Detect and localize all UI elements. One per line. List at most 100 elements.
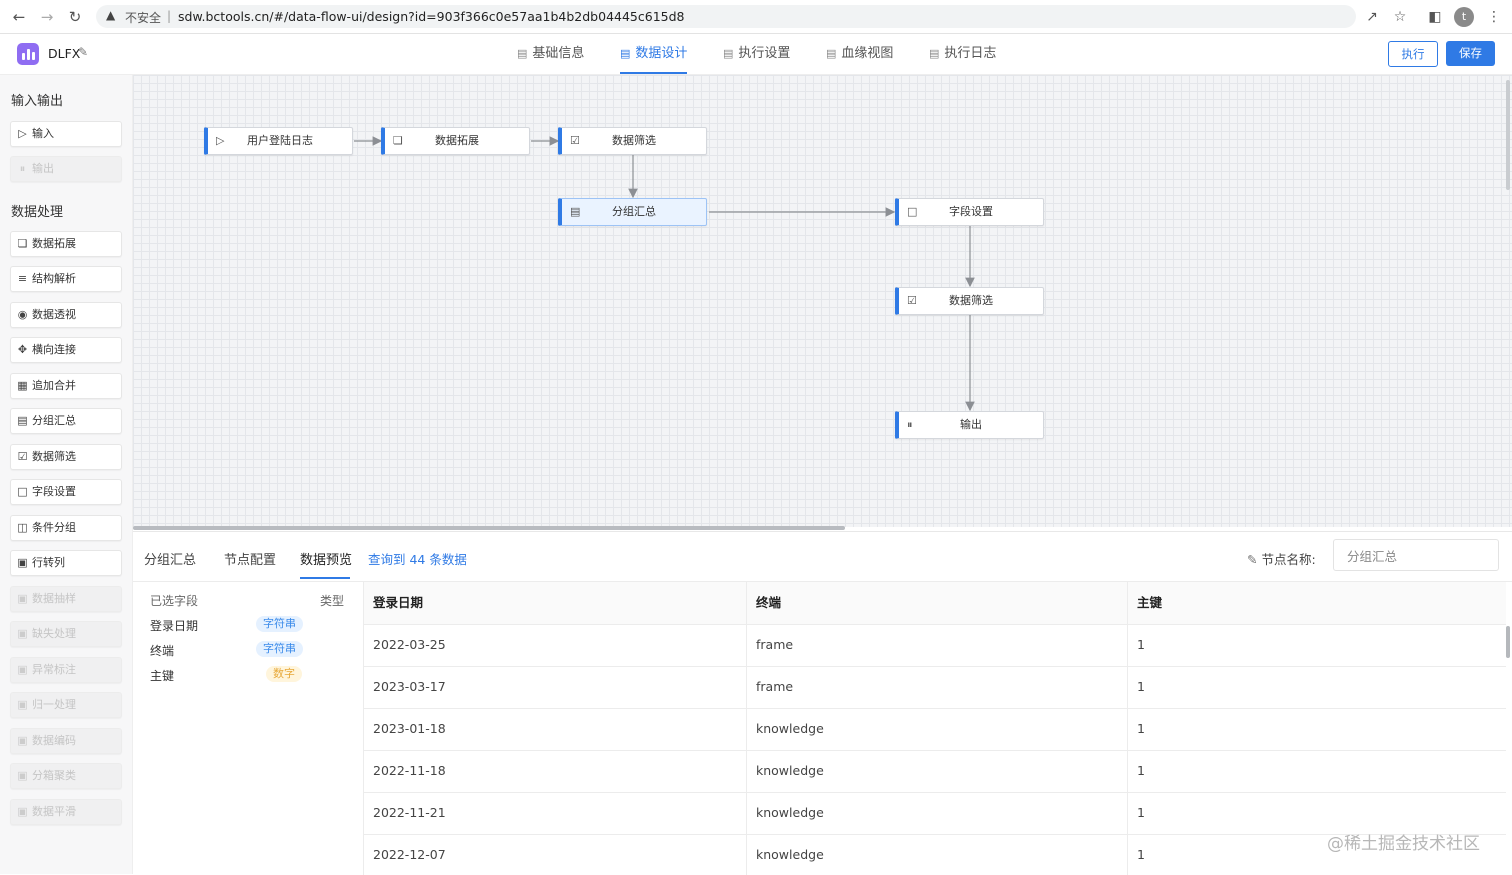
- field-type-badge: 字符串: [256, 641, 303, 657]
- table-cell: 2022-11-21: [364, 792, 747, 834]
- flow-node-field-settings[interactable]: □ 字段设置: [895, 198, 1044, 226]
- sidebar-item-output: ⏸ 输出: [10, 156, 122, 182]
- sidebar-item-row-to-column[interactable]: ▣ 行转列: [10, 550, 122, 576]
- pause-circle-icon: ⏸: [19, 162, 26, 175]
- sidebar-item-data-expand[interactable]: ❏ 数据拓展: [10, 231, 122, 257]
- field-type-badge: 数字: [266, 666, 302, 682]
- box-icon: ▣: [17, 769, 28, 782]
- fields-header-type: 类型: [320, 594, 345, 608]
- star-icon[interactable]: ☆: [1390, 7, 1410, 27]
- sidebar-item-pivot[interactable]: ◉ 数据透视: [10, 302, 122, 328]
- flow-node-data-expand[interactable]: ❏ 数据拓展: [381, 127, 530, 155]
- tab-data-preview[interactable]: 数据预览: [300, 549, 352, 568]
- item-label: 数据抽样: [32, 592, 76, 605]
- field-name: 登录日期: [150, 619, 199, 633]
- app-header: DLFX ✎ ▤ 基础信息 ▤ 数据设计 ▤ 执行设置 ▤ 血缘视图 ▤ 执行日志 执行 …: [0, 34, 1512, 75]
- file-check-icon: ☑: [17, 450, 28, 463]
- forward-arrow-icon[interactable]: →: [37, 7, 57, 27]
- sidebar-item-field-settings[interactable]: □ 字段设置: [10, 479, 122, 505]
- back-arrow-icon[interactable]: ←: [9, 7, 29, 27]
- tab-label: 基础信息: [532, 46, 585, 61]
- node-name-input[interactable]: [1333, 539, 1499, 571]
- file-list-icon: ▤: [570, 205, 581, 218]
- table-cell: knowledge: [747, 708, 1128, 750]
- table-cell: 1: [1137, 721, 1145, 736]
- sidebar-item-input[interactable]: ▷ 输入: [10, 121, 122, 147]
- box-icon: ▣: [17, 805, 28, 818]
- tab-execution-log[interactable]: ▤ 执行日志: [929, 34, 996, 74]
- sidepanel-icon[interactable]: ◧: [1425, 7, 1445, 27]
- table-scrollbar[interactable]: [1506, 626, 1510, 658]
- calendar-icon: ▦: [17, 379, 28, 392]
- url-text[interactable]: sdw.bctools.cn/#/data-flow-ui/design?id=…: [178, 9, 685, 24]
- section-title-io: 输入输出: [11, 94, 64, 109]
- sidebar-item-horizontal-join[interactable]: ✥ 横向连接: [10, 337, 122, 363]
- sidebar-item-append-merge[interactable]: ▦ 追加合并: [10, 373, 122, 399]
- item-label: 追加合并: [32, 379, 76, 392]
- copy-icon: ❏: [17, 237, 28, 250]
- tab-data-design[interactable]: ▤ 数据设计: [620, 34, 688, 74]
- box-icon: ▣: [17, 734, 28, 747]
- file-icon: □: [17, 485, 28, 498]
- node-label: 用户登陆日志: [247, 134, 313, 147]
- bottom-panel: 分组汇总 节点配置 数据预览 查询到 44 条数据 ✎ 节点名称: 已选字段 类…: [133, 531, 1512, 875]
- flow-node-user-login-log[interactable]: ▷ 用户登陆日志: [204, 127, 353, 155]
- doc-icon: ▤: [826, 47, 837, 60]
- sidebar-item-encoding: ▣ 数据编码: [10, 728, 122, 754]
- share-icon[interactable]: ↗: [1362, 7, 1382, 27]
- table-cell: knowledge: [747, 834, 1128, 875]
- table-cell: frame: [747, 666, 1128, 708]
- item-label: 缺失处理: [32, 627, 76, 640]
- save-button[interactable]: 保存: [1446, 41, 1495, 66]
- tab-label: 数据设计: [635, 46, 688, 61]
- canvas-vertical-scrollbar[interactable]: [1506, 80, 1510, 190]
- item-label: 输出: [32, 162, 54, 175]
- column-header[interactable]: 终端: [747, 582, 1128, 624]
- profile-avatar[interactable]: t: [1454, 7, 1474, 27]
- sidebar-item-group-summary[interactable]: ▤ 分组汇总: [10, 408, 122, 434]
- node-label: 数据拓展: [435, 134, 479, 147]
- run-button[interactable]: 执行: [1388, 41, 1438, 67]
- edit-pen-icon[interactable]: ✎: [78, 45, 88, 59]
- menu-dots-icon[interactable]: ⋮: [1484, 7, 1504, 27]
- flow-node-data-filter-1[interactable]: ☑ 数据筛选: [558, 127, 707, 155]
- sidebar-item-conditional-group[interactable]: ◫ 条件分组: [10, 515, 122, 541]
- canvas-horizontal-scrollbar[interactable]: [133, 526, 845, 530]
- play-circle-icon: ▷: [216, 134, 225, 147]
- item-label: 横向连接: [32, 343, 76, 356]
- node-name-label: ✎ 节点名称:: [1247, 549, 1316, 568]
- column-header[interactable]: 登录日期: [364, 582, 747, 624]
- item-label: 数据拓展: [32, 237, 76, 250]
- tab-node-config[interactable]: 节点配置: [224, 549, 276, 568]
- doc-icon: ▤: [517, 47, 528, 60]
- item-label: 结构解析: [32, 272, 76, 285]
- sidebar-item-structure-parse[interactable]: ≡ 结构解析: [10, 266, 122, 292]
- tab-execution-settings[interactable]: ▤ 执行设置: [723, 34, 790, 74]
- column-header[interactable]: 主键: [1128, 582, 1506, 624]
- tab-group-summary[interactable]: 分组汇总: [144, 549, 196, 568]
- box-icon: ▣: [17, 556, 28, 569]
- flow-node-data-filter-2[interactable]: ☑ 数据筛选: [895, 287, 1044, 315]
- sidebar-item-missing-handling: ▣ 缺失处理: [10, 621, 122, 647]
- table-cell: 1: [1137, 637, 1145, 652]
- reload-icon[interactable]: ↻: [65, 7, 85, 27]
- node-name-label-text: 节点名称:: [1261, 552, 1316, 567]
- flow-node-group-summary[interactable]: ▤ 分组汇总: [558, 198, 707, 226]
- sidebar-item-smoothing: ▣ 数据平滑: [10, 799, 122, 825]
- query-count: 查询到 44 条数据: [368, 552, 467, 567]
- table-cell: 2022-12-07: [364, 834, 747, 875]
- tab-label: 执行设置: [738, 46, 791, 61]
- flow-canvas[interactable]: ▷ 用户登陆日志 ❏ 数据拓展 ☑ 数据筛选 ▤ 分组汇总 □ 字段设置 ☑ 数据筛选 ⏸ 输…: [133, 75, 1512, 527]
- node-label: 输出: [960, 418, 982, 431]
- flow-node-output[interactable]: ⏸ 输出: [895, 411, 1044, 439]
- app-title: DLFX: [48, 46, 81, 61]
- play-circle-icon: ▷: [18, 127, 27, 140]
- address-bar[interactable]: ▲ 不安全 | sdw.bctools.cn/#/data-flow-ui/de…: [96, 5, 1356, 28]
- tab-basic-info[interactable]: ▤ 基础信息: [517, 34, 584, 74]
- item-label: 分组汇总: [32, 414, 76, 427]
- url-separator: |: [167, 9, 172, 23]
- tab-lineage-view[interactable]: ▤ 血缘视图: [826, 34, 893, 74]
- doc-icon: ▤: [620, 47, 631, 60]
- sidebar-item-data-filter[interactable]: ☑ 数据筛选: [10, 444, 122, 470]
- item-label: 数据平滑: [32, 805, 76, 818]
